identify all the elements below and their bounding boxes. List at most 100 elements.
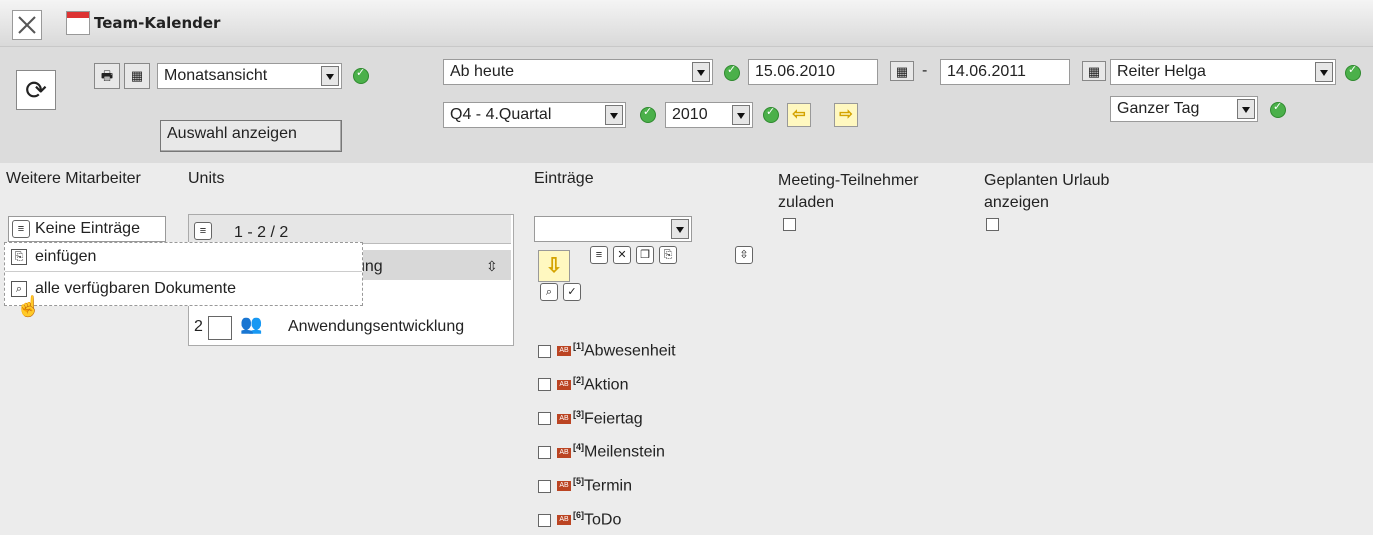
entry-number: [5] [573,476,584,487]
remove-icon[interactable]: ✕ [613,246,631,264]
paste-icon[interactable]: ⎘ [659,246,677,264]
search-icon[interactable]: ⌕ [540,283,558,301]
entry-checkbox[interactable] [538,412,551,426]
further-employees-button[interactable]: ≡ Keine Einträge [8,216,166,242]
entry-label: Feiertag [584,409,643,427]
entry-type-icon: AB [557,515,571,526]
ok-icon[interactable] [353,66,369,84]
view-select[interactable]: Monatsansicht [157,63,342,89]
entry-label: Termin [584,477,633,495]
date-picker-icon[interactable]: ▦ [1082,61,1106,81]
entry-number: [6] [573,510,584,521]
date-from-input[interactable]: 15.06.2010 [748,59,878,85]
expand-collapse-icon[interactable]: ⇳ [735,246,753,264]
year-select-value: 2010 [672,106,708,123]
menu-item-label: einfügen [35,248,97,265]
entry-type-icon: AB [557,447,571,458]
view-select-value: Monatsansicht [164,67,268,84]
year-select[interactable]: 2010 [665,102,753,128]
chevron-down-icon [732,105,750,125]
copy-icon[interactable]: ❐ [636,246,654,264]
meeting-participants-label: Meeting-Teilnehmer zuladen [778,172,919,211]
hand-cursor-icon: ☝ [16,296,41,318]
entry-item: AB [6]ToDo [538,501,676,535]
date-separator: - [922,62,928,79]
close-icon[interactable] [12,10,42,40]
next-arrow-icon[interactable]: ⇨ [834,103,858,127]
check-icon[interactable]: ✓ [563,283,581,301]
ok-icon[interactable] [763,105,779,123]
context-menu: ⎘ einfügen ⌕ alle verfügbaren Dokumente [4,242,363,306]
entry-item: AB [3]Feiertag [538,400,676,434]
entry-item: AB [1]Abwesenheit [538,332,676,366]
ok-icon[interactable] [1270,100,1286,118]
menu-item-paste[interactable]: ⎘ einfügen [5,243,362,271]
entries-label: Einträge [534,170,594,187]
chevron-down-icon [671,219,689,239]
day-select-value: Ganzer Tag [1117,100,1200,117]
entry-item: AB [2]Aktion [538,366,676,400]
entry-type-icon: AB [557,413,571,424]
entry-checkbox[interactable] [538,378,551,392]
range-select[interactable]: Ab heute [443,59,713,85]
group-icon: 👥 [240,314,263,334]
further-employees-button-label: Keine Einträge [35,220,140,237]
align-top-icon[interactable]: ≡ [590,246,608,264]
list-icon: ≡ [12,220,30,238]
sort-icon[interactable]: ⇳ [486,258,498,275]
entry-checkbox[interactable] [538,479,551,493]
entry-label: Aktion [584,376,629,394]
ok-icon[interactable] [640,105,656,123]
refresh-icon[interactable]: ⟳ [16,70,56,110]
entry-number: [2] [573,374,584,385]
entries-select[interactable] [534,216,692,242]
entry-checkbox[interactable] [538,344,551,358]
calendar-export-icon[interactable]: ▦ [124,63,150,89]
units-pager: 1 - 2 / 2 [234,224,289,241]
range-select-value: Ab heute [450,63,515,80]
chevron-down-icon [605,105,623,125]
entry-number: [3] [573,408,584,419]
entries-list: AB [1]Abwesenheit AB [2]Aktion AB [3]Feiert… [538,332,676,535]
unit-row-number: 2 [194,318,203,335]
paste-icon: ⎘ [11,249,27,265]
ok-icon[interactable] [1345,63,1361,81]
menu-item-all-documents[interactable]: ⌕ alle verfügbaren Dokumente [5,275,362,303]
entry-checkbox[interactable] [538,446,551,460]
entry-checkbox[interactable] [538,513,551,527]
quarter-select-value: Q4 - 4.Quartal [450,106,552,123]
chevron-down-icon [692,62,710,82]
further-employees-label: Weitere Mitarbeiter [6,170,141,187]
entry-type-icon: AB [557,379,571,390]
list-icon[interactable]: ≡ [194,222,212,240]
entry-label: ToDo [584,511,622,529]
person-select[interactable]: Reiter Helga [1110,59,1336,85]
planned-vacation-checkbox[interactable] [986,218,999,231]
day-select[interactable]: Ganzer Tag [1110,96,1258,122]
units-label: Units [188,170,225,187]
down-arrow-icon[interactable]: ⇩ [538,250,570,282]
calendar-icon [66,11,90,35]
meeting-participants-checkbox[interactable] [783,218,796,231]
entry-item: AB [4]Meilenstein [538,433,676,467]
chevron-down-icon [321,66,339,86]
chevron-down-icon [1237,99,1255,119]
ok-icon[interactable] [724,63,740,81]
entry-type-icon: AB [557,481,571,492]
entry-number: [4] [573,442,584,453]
date-to-input[interactable]: 14.06.2011 [940,59,1070,85]
menu-item-label: alle verfügbaren Dokumente [35,280,237,297]
entry-number: [1] [573,341,584,351]
previous-arrow-icon[interactable]: ⇦ [787,103,811,127]
menu-divider [5,271,362,272]
window-title: Team-Kalender [94,14,221,32]
print-icon[interactable]: 🖶 [94,63,120,89]
unit-row-label: Anwendungsentwicklung [288,318,465,335]
quarter-select[interactable]: Q4 - 4.Quartal [443,102,626,128]
show-selection-button[interactable]: Auswahl anzeigen [160,120,342,152]
planned-vacation-label: Geplanten Urlaub anzeigen [984,172,1110,211]
entry-label: Abwesenheit [584,342,676,360]
date-picker-icon[interactable]: ▦ [890,61,914,81]
unit-row-checkbox[interactable] [208,316,232,340]
person-select-value: Reiter Helga [1117,63,1206,80]
